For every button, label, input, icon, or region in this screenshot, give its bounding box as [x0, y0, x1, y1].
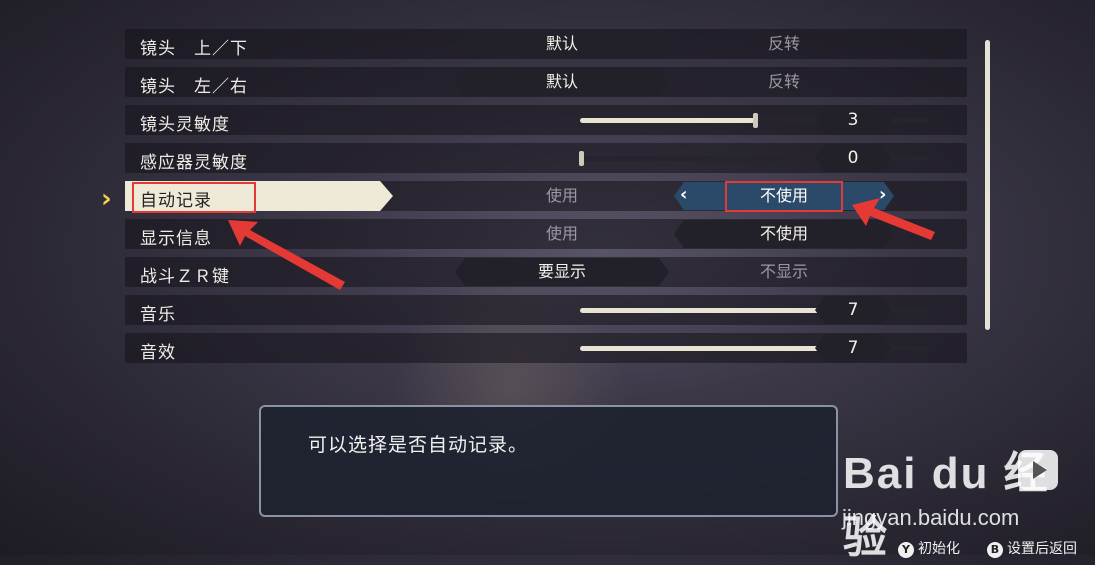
play-icon: [1018, 450, 1058, 490]
annotation-arrow-left: [228, 220, 345, 290]
annotation-arrow-right: [852, 198, 935, 240]
b-button-icon: B: [987, 542, 1003, 558]
info-panel: 可以选择是否自动记录。: [259, 405, 838, 517]
footer-back[interactable]: B 设置后返回: [987, 538, 1077, 558]
footer-reset[interactable]: Y 初始化: [898, 538, 960, 558]
y-button-icon: Y: [898, 542, 914, 558]
watermark-url: jingyan.baidu.com: [842, 505, 1020, 530]
info-text: 可以选择是否自动记录。: [308, 434, 529, 456]
